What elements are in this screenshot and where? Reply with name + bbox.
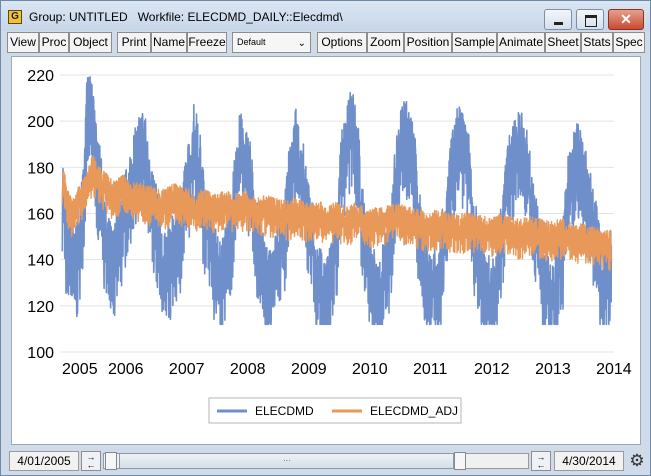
sample-scroll-bar: 4/01/2005 → ← ··· → ← 4/30/2014 ⚙ — [1, 447, 650, 475]
y-tick-label: 140 — [27, 253, 54, 270]
y-tick-label: 160 — [27, 207, 54, 224]
sheet-button[interactable]: Sheet — [545, 32, 581, 53]
maximize-button[interactable] — [576, 9, 604, 30]
proc-button[interactable]: Proc — [39, 32, 69, 53]
legend-label: ELECDMD_ADJ — [370, 404, 458, 418]
chevron-down-icon: ⌄ — [297, 38, 306, 49]
freeze-button[interactable]: Freeze — [187, 32, 227, 53]
y-tick-label: 200 — [27, 114, 54, 131]
app-icon: G — [8, 10, 22, 24]
y-tick-label: 180 — [27, 160, 54, 177]
x-tick-label: 2007 — [169, 361, 205, 378]
object-button[interactable]: Object — [69, 32, 112, 53]
spec-button[interactable]: Spec — [613, 32, 645, 53]
x-tick-label: 2006 — [108, 361, 144, 378]
view-button[interactable]: View — [7, 32, 39, 53]
title-bar[interactable]: G Group: UNTITLED Workfile: ELECDMD_DAIL… — [1, 1, 650, 31]
y-tick-label: 120 — [27, 299, 54, 316]
sample-button[interactable]: Sample — [452, 32, 497, 53]
y-tick-label: 100 — [27, 345, 54, 362]
x-tick-label: 2009 — [291, 361, 327, 378]
display-type-value: Default — [237, 37, 266, 47]
left-arrows-icon[interactable]: → ← — [81, 451, 101, 471]
slider-start-handle[interactable] — [105, 452, 117, 470]
slider-end-handle[interactable] — [454, 452, 466, 470]
x-tick-label: 2013 — [535, 361, 571, 378]
print-button[interactable]: Print — [117, 32, 151, 53]
grip-icon: ··· — [283, 456, 291, 465]
x-tick-label: 2014 — [596, 361, 632, 378]
y-tick-label: 220 — [27, 68, 54, 85]
toolbar: View Proc Object Print Name Freeze Defau… — [7, 32, 645, 54]
display-type-dropdown[interactable]: Default ⌄ — [232, 32, 311, 53]
group-window: G Group: UNTITLED Workfile: ELECDMD_DAIL… — [0, 0, 651, 476]
right-arrows-icon[interactable]: → ← — [531, 451, 551, 471]
sample-slider-thumb[interactable]: ··· — [119, 453, 454, 469]
stats-button[interactable]: Stats — [581, 32, 613, 53]
x-tick-label: 2012 — [474, 361, 510, 378]
close-button[interactable]: ✕ — [608, 9, 644, 30]
x-tick-label: 2010 — [352, 361, 388, 378]
x-tick-label: 2005 — [62, 361, 98, 378]
position-button[interactable]: Position — [404, 32, 452, 53]
window-title: Group: UNTITLED Workfile: ELECDMD_DAILY:… — [29, 10, 343, 24]
animate-button[interactable]: Animate — [497, 32, 545, 53]
x-tick-label: 2011 — [413, 361, 448, 378]
zoom-button[interactable]: Zoom — [367, 32, 404, 53]
x-tick-label: 2008 — [230, 361, 266, 378]
gear-icon[interactable]: ⚙ — [627, 451, 647, 471]
minimize-button[interactable] — [544, 9, 572, 30]
start-date: 4/01/2005 — [9, 451, 79, 471]
end-date: 4/30/2014 — [554, 451, 624, 471]
close-icon: ✕ — [620, 11, 632, 27]
name-button[interactable]: Name — [151, 32, 187, 53]
line-chart: 100 120 140 160 180 200 220 2005 2006 2007 2008 200… — [27, 68, 632, 424]
legend-label: ELECDMD — [255, 404, 314, 418]
chart-area[interactable]: 100 120 140 160 180 200 220 2005 2006 2007 2008 200… — [11, 56, 641, 445]
options-button[interactable]: Options — [317, 32, 367, 53]
